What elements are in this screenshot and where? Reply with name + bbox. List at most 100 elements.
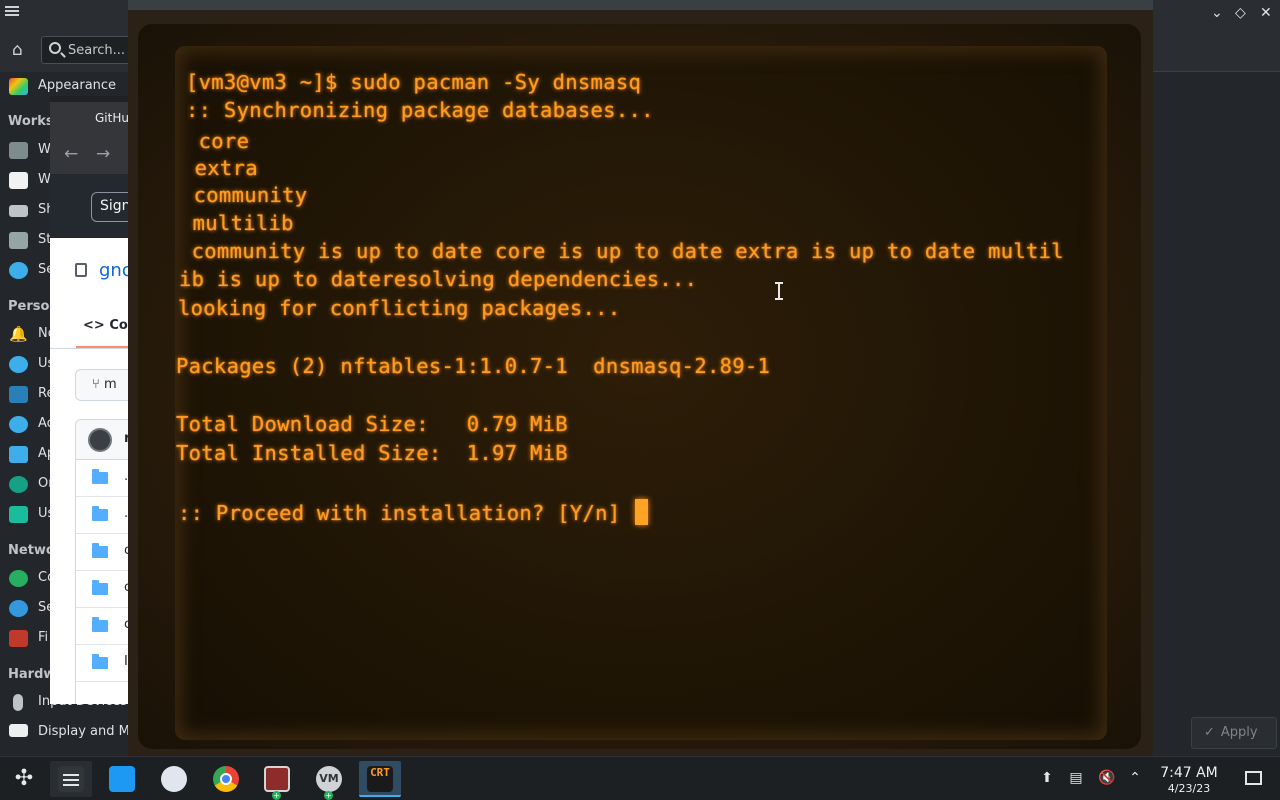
terminal-line: community: [181, 183, 308, 207]
taskbar-crt-button[interactable]: CRT: [359, 761, 401, 797]
code-icon: <>: [83, 318, 110, 333]
check-icon: ✓: [1204, 725, 1215, 740]
sidebar-item-label: W: [38, 172, 51, 187]
kicker-icon: ✣: [14, 766, 34, 791]
branch-icon: ⑂: [92, 377, 104, 392]
terminal-prompt: :: Proceed with installation? [Y/n]: [178, 501, 634, 525]
clock-date[interactable]: 4/23/23: [1152, 782, 1226, 795]
latest-commit-row: r: [76, 420, 130, 460]
home-icon[interactable]: ⌂: [12, 41, 30, 59]
terminal-screen[interactable]: [vm3@vm3 ~]$ sudo pacman -Sy dnsmasq :: …: [175, 46, 1107, 740]
appearance-icon: [9, 78, 28, 95]
vmware-icon: VM: [316, 766, 342, 792]
terminal-line: ib is up to dateresolving dependencies..…: [179, 267, 698, 291]
sidebar-heading-network: Netwo: [8, 543, 55, 558]
settings-search-input[interactable]: Search...: [41, 36, 133, 64]
remote-icon: [9, 386, 28, 403]
taskbar-overview-button[interactable]: [50, 761, 92, 797]
chevron-up-icon[interactable]: ⌃: [1127, 770, 1143, 786]
github-header: Sign: [50, 174, 130, 238]
terminal-prompt-line: :: Proceed with installation? [Y/n]: [178, 499, 649, 525]
menu-icon[interactable]: [5, 6, 19, 16]
browser-window: GitHu ← → Sign gno <> Co ⑂ m r . . c c c…: [50, 96, 130, 704]
repo-name-link[interactable]: gno: [99, 260, 130, 281]
terminal-line: [vm3@vm3 ~]$ sudo pacman -Sy dnsmasq: [186, 70, 642, 94]
sidebar-item-display[interactable]: Display and Mo: [0, 718, 138, 746]
firewall-icon: [9, 630, 28, 647]
notifications-icon: 🔔: [9, 325, 28, 343]
sidebar-item-label: W: [38, 142, 51, 157]
show-desktop-icon[interactable]: [1245, 771, 1262, 785]
connections-icon: [9, 570, 28, 587]
folder-icon: [92, 543, 108, 558]
tab-code-label: Co: [109, 318, 128, 333]
plus-badge-icon: +: [272, 791, 281, 800]
terminal-line: multilib: [180, 211, 294, 235]
maximize-icon[interactable]: ◇: [1235, 5, 1246, 21]
branch-select[interactable]: ⑂ m: [75, 369, 130, 401]
terminal-line: looking for conflicting packages...: [178, 296, 621, 320]
user-feedback-icon: [9, 506, 28, 523]
terminal-line: core: [186, 129, 250, 153]
online-accounts-icon: [9, 476, 28, 493]
discover-icon: [109, 766, 135, 792]
applications-icon: [9, 446, 28, 463]
list-item[interactable]: c: [76, 608, 130, 645]
search-icon: [49, 42, 61, 54]
folder-icon: [92, 617, 108, 632]
tab-code[interactable]: <> Co: [83, 318, 128, 333]
settings-window-controls: ⌄ ◇ ✕: [1153, 0, 1280, 72]
search-placeholder: Search...: [68, 43, 126, 58]
browser-toolbar: ← →: [50, 136, 130, 174]
settings-content-area: ⌄ ◇ ✕ ✓ Apply: [1153, 0, 1280, 756]
apply-button[interactable]: ✓ Apply: [1191, 717, 1277, 749]
terminal-line: Total Installed Size: 1.97 MiB: [176, 441, 568, 465]
clock-time[interactable]: 7:47 AM: [1152, 765, 1226, 781]
branch-label: m: [103, 377, 117, 392]
terminal-line: Total Download Size: 0.79 MiB: [176, 412, 568, 436]
clipboard-icon[interactable]: ▤: [1068, 770, 1084, 786]
crt-icon: CRT: [367, 766, 393, 792]
cool-retro-term-window: [vm3@vm3 ~]$ sudo pacman -Sy dnsmasq :: …: [128, 0, 1153, 756]
list-item[interactable]: I: [76, 645, 130, 682]
taskbar-chrome-button[interactable]: [205, 761, 247, 797]
taskbar-virt-manager-button[interactable]: +: [256, 761, 298, 800]
github-repo-page: gno <> Co ⑂ m r . . c c c I: [50, 238, 130, 704]
terminal-line: Packages (2) nftables-1:1.0.7-1 dnsmasq-…: [176, 354, 771, 378]
updates-icon[interactable]: ⬆: [1039, 770, 1055, 786]
window-management-icon: [9, 172, 28, 189]
repo-icon: [75, 263, 87, 277]
folder-icon: [92, 469, 108, 484]
application-launcher-button[interactable]: ✣: [2, 761, 44, 797]
chrome-icon: [213, 766, 239, 792]
file-list: r . . c c c I: [75, 419, 130, 704]
minimize-icon[interactable]: ⌄: [1211, 5, 1223, 21]
list-item[interactable]: c: [76, 571, 130, 608]
list-item[interactable]: .: [76, 460, 130, 497]
workspace-behavior-icon: [9, 142, 28, 159]
overview-icon: [58, 766, 84, 792]
tab-divider: [50, 348, 130, 349]
startup-icon: [9, 232, 28, 249]
users-icon: [9, 356, 28, 373]
volume-muted-icon[interactable]: 🔇: [1098, 770, 1115, 786]
terminal-line: :: Synchronizing package databases...: [186, 98, 654, 122]
browser-tab-github[interactable]: GitHu: [50, 102, 130, 136]
avatar[interactable]: [88, 428, 112, 452]
virt-manager-icon: [264, 766, 290, 792]
list-item[interactable]: .: [76, 497, 130, 534]
display-icon: [9, 724, 28, 737]
forward-arrow-icon[interactable]: →: [96, 144, 110, 164]
taskbar-steam-button[interactable]: [153, 761, 195, 797]
close-icon[interactable]: ✕: [1260, 5, 1272, 21]
text-cursor-icon: [775, 282, 783, 300]
back-arrow-icon[interactable]: ←: [64, 144, 78, 164]
accessibility-icon: [9, 416, 28, 433]
list-item[interactable]: c: [76, 534, 130, 571]
taskbar-vmware-button[interactable]: VM +: [308, 761, 350, 800]
terminal-cursor: [635, 499, 649, 525]
terminal-line: extra: [182, 156, 258, 180]
taskbar: ✣ + VM + CRT ⬆ ▤ 🔇 ⌃ 7:47 AM 4/23/23: [0, 756, 1280, 800]
taskbar-discover-button[interactable]: [101, 761, 143, 797]
sign-in-button[interactable]: Sign: [91, 192, 130, 222]
